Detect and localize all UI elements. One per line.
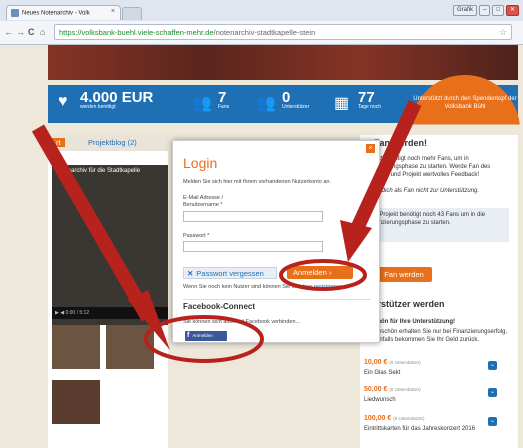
- password-field[interactable]: [183, 241, 323, 252]
- window-controls: Grafik – □ ✕: [452, 5, 519, 16]
- login-label: Anmelden: [293, 268, 327, 277]
- days-stat: 77 Tage noch: [358, 89, 381, 110]
- reward-price-value: 100,00 €: [364, 415, 392, 422]
- password-label: Passwort *: [183, 233, 210, 239]
- fans-stat: 7 Fans: [218, 89, 229, 110]
- chevron-down-icon[interactable]: ⌄: [488, 388, 497, 397]
- chevron-right-icon: ›: [328, 268, 332, 277]
- bookmark-star-icon[interactable]: ☆: [499, 27, 507, 38]
- reward-name: Eintrittskarten für das Jahreskonzert 20…: [364, 426, 476, 432]
- url-host: https://volksbank-buehl.viele-schaffen-m…: [59, 28, 214, 37]
- facebook-connect-title: Facebook-Connect: [183, 302, 256, 311]
- forgot-label: Passwort vergessen: [196, 269, 264, 278]
- new-tab-button[interactable]: [122, 7, 142, 20]
- browser-chrome: Neues Notenarchiv - Volk × Grafik – □ ✕ …: [0, 0, 523, 45]
- reward-price-value: 10,00 €: [364, 359, 388, 366]
- reward-price: 10,00 € (0 Unterstützer): [364, 359, 421, 367]
- forward-icon[interactable]: →: [16, 27, 25, 37]
- facebook-icon: f: [187, 332, 190, 339]
- gallery: [52, 325, 168, 375]
- thanks-text: Dankeschön erhalten Sie nur bei Finanzie…: [364, 329, 508, 343]
- video-time: 0:00 / 5:12: [65, 310, 90, 316]
- register-prefix: Wenn Sie noch kein Nutzer sind können Si…: [183, 284, 302, 290]
- email-label: E-Mail Adresse /: [183, 195, 224, 201]
- fans-icon: 👥: [192, 95, 212, 112]
- address-bar-row: ← → C ⌂ https://volksbank-buehl.viele-sc…: [0, 21, 523, 44]
- supporters-stat: 0 Unterstützer: [282, 89, 309, 110]
- chevron-down-icon[interactable]: ⌄: [488, 361, 497, 370]
- supporters-label: Unterstützer: [282, 104, 310, 110]
- reward-name: Ein Glas Sekt: [364, 370, 401, 376]
- close-window-button[interactable]: ✕: [505, 5, 519, 16]
- back-icon[interactable]: ←: [4, 27, 13, 37]
- fans-label: Fans: [218, 104, 230, 110]
- login-modal: × Login Melden Sie sich hier mit Ihrem v…: [172, 140, 380, 343]
- amount-stat: 4.000 EUR werden benötigt: [80, 89, 153, 110]
- calendar-icon: ▦: [334, 95, 350, 112]
- minimize-button[interactable]: –: [479, 5, 491, 16]
- reward-count: (0 Unterstützer): [389, 360, 421, 365]
- facebook-text: Sie können sich auch mit Facebook verbin…: [183, 319, 301, 325]
- facebook-button-label: Anmelden: [192, 333, 213, 338]
- fans-needed-box: Das Projekt benötigt noch 43 Fans um in …: [364, 208, 509, 242]
- heart-icon: ♥: [58, 93, 68, 110]
- fan-note: Klicke dich als Fan nicht zur Unterstütz…: [364, 188, 480, 194]
- reload-icon[interactable]: C: [28, 27, 35, 37]
- browser-tab[interactable]: Neues Notenarchiv - Volk ×: [6, 5, 121, 20]
- video-controls[interactable]: ▶ ◀ 0:00 / 5:12: [52, 307, 168, 319]
- url-path: /notenarchiv-stadtkapelle-stein: [213, 28, 316, 37]
- gallery-thumb[interactable]: [106, 325, 154, 369]
- login-button[interactable]: Anmelden ›: [287, 266, 353, 279]
- reward-price: 100,00 € (0 Unterstützer): [364, 415, 424, 423]
- modal-title: Login: [183, 155, 218, 171]
- header-banner: [48, 45, 518, 80]
- divider: [183, 299, 371, 300]
- home-icon[interactable]: ⌂: [40, 27, 45, 37]
- fan-text: Projekt benötigt noch mehr Fans, um in F…: [364, 156, 491, 178]
- username-label: Benutzername *: [183, 202, 223, 208]
- register-text: Wenn Sie noch kein Nutzer sind können Si…: [183, 284, 343, 290]
- gallery-thumb[interactable]: [52, 380, 100, 424]
- modal-intro: Melden Sie sich hier mit Ihrem vorhanden…: [183, 179, 331, 185]
- reward-price: 50,00 € (0 Unterstützer): [364, 386, 421, 394]
- favicon-icon: [11, 9, 19, 17]
- tab-title: Neues Notenarchiv - Volk: [22, 10, 90, 17]
- url-input[interactable]: https://volksbank-buehl.viele-schaffen-m…: [54, 24, 512, 40]
- email-field[interactable]: [183, 211, 323, 222]
- tab-project[interactable]: rt: [52, 138, 65, 147]
- supporters-icon: 👥: [256, 95, 276, 112]
- days-label: Tage noch: [358, 104, 382, 110]
- tab-projektblog[interactable]: Projektblog (2): [88, 138, 137, 147]
- x-icon: ✕: [187, 269, 194, 278]
- reward-count: (0 Unterstützer): [393, 416, 425, 421]
- forgot-password-button[interactable]: ✕ Passwort vergessen: [183, 267, 277, 279]
- gallery-thumb[interactable]: [52, 325, 100, 369]
- profile-button[interactable]: Grafik: [452, 5, 477, 16]
- reward-price-value: 50,00 €: [364, 386, 388, 393]
- project-tabs: rt Projektblog (2): [48, 135, 168, 151]
- reward-name: Liedwunsch: [364, 397, 396, 403]
- chevron-down-icon[interactable]: ⌄: [488, 417, 497, 426]
- fan-werden-button[interactable]: Fan werden: [376, 267, 432, 282]
- reward-count: (0 Unterstützer): [389, 387, 421, 392]
- facebook-login-button[interactable]: f Anmelden: [185, 331, 227, 341]
- maximize-button[interactable]: □: [492, 5, 504, 16]
- video-player[interactable]: Notenarchiv für die Stadtkapelle: [52, 165, 168, 325]
- tab-close-icon[interactable]: ×: [111, 8, 115, 15]
- register-link[interactable]: hier registrieren.: [303, 284, 343, 290]
- video-title: Notenarchiv für die Stadtkapelle: [55, 168, 141, 174]
- close-icon[interactable]: ×: [366, 144, 375, 153]
